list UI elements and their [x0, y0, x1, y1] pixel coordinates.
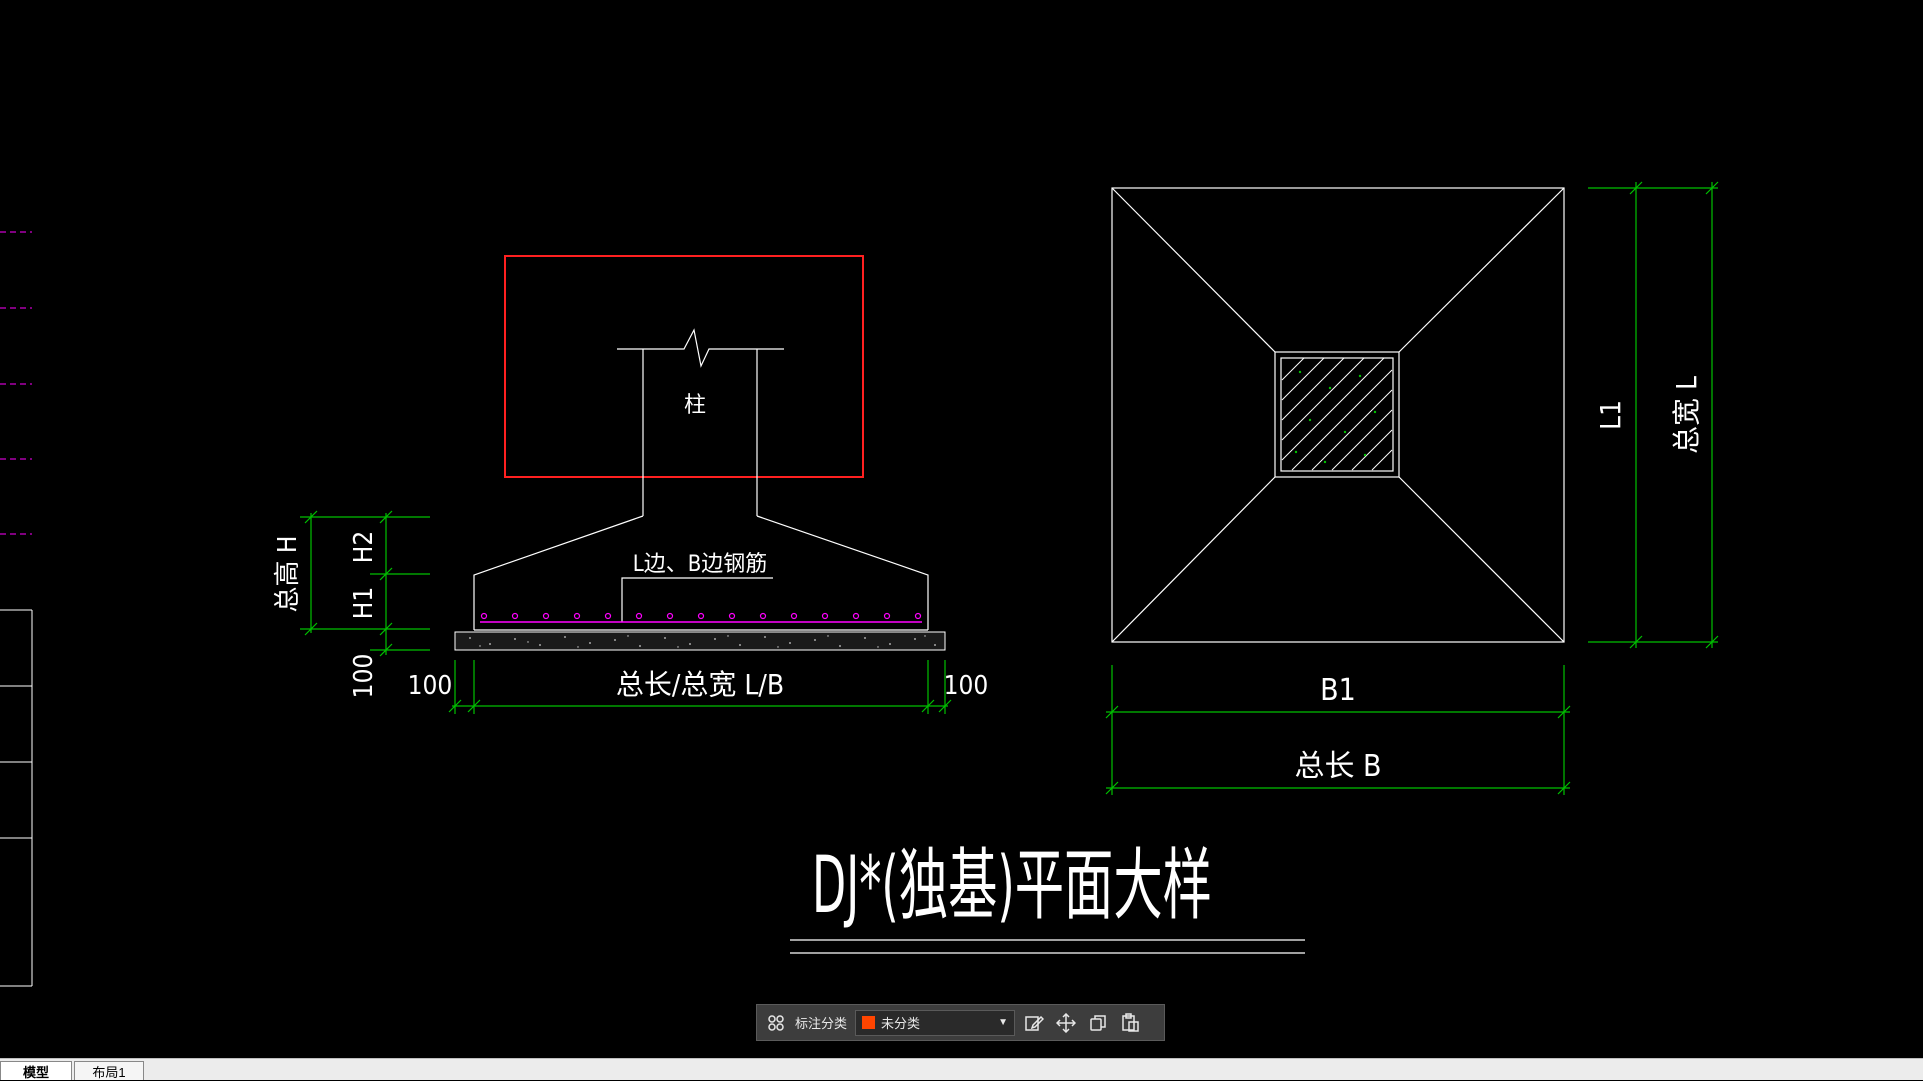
plan-view: L1 总宽 L B1 总长 B	[1105, 181, 1719, 795]
tab-layout1[interactable]: 布局1	[74, 1061, 144, 1080]
cushion-thickness-label: 100	[349, 654, 379, 699]
total-b-label: 总长 B	[1294, 749, 1381, 784]
annotation-toolbar: 标注分类 未分类 ▼	[756, 1004, 1165, 1041]
tab-model[interactable]: 模型	[0, 1061, 72, 1080]
left-table-fragment	[0, 609, 33, 987]
length-label: 总长/总宽 L/B	[616, 668, 784, 701]
drawing-canvas[interactable]: 柱 L边、B边钢筋 总高 H H2 H1 100 100 总长/总宽 L/B 1…	[0, 0, 1923, 1080]
rebar-dots	[480, 612, 922, 620]
rebar-label: L边、B边钢筋	[633, 552, 768, 577]
toolbar-label: 标注分类	[795, 1016, 848, 1031]
b1-label: B1	[1320, 673, 1356, 708]
right-offset-label: 100	[944, 671, 989, 701]
cushion-layer	[454, 631, 946, 651]
chevron-down-icon: ▼	[998, 1017, 1009, 1028]
total-height-label: 总高 H	[273, 535, 303, 612]
column-hatch	[1281, 357, 1393, 471]
plan-outline	[1111, 187, 1565, 643]
l1-label: L1	[1594, 400, 1627, 430]
h1-label: H1	[349, 587, 379, 619]
left-offset-label: 100	[408, 671, 453, 701]
category-selected-value: 未分类	[881, 1016, 921, 1031]
copy-icon[interactable]	[1085, 1010, 1111, 1036]
column-outline	[473, 328, 929, 631]
total-l-label: 总宽 L	[1670, 376, 1703, 454]
column-hatch-dots	[1294, 370, 1377, 464]
column-label: 柱	[684, 393, 706, 418]
layout-tab-bar: 模型 布局1	[0, 1058, 1923, 1080]
selection-highlight-box[interactable]	[504, 255, 864, 478]
category-dropdown[interactable]: 未分类 ▼	[855, 1009, 1016, 1036]
move-icon[interactable]	[1053, 1010, 1079, 1036]
section-view: 柱 L边、B边钢筋 总高 H H2 H1 100 100 总长/总宽 L/B 1…	[273, 255, 989, 714]
edit-icon[interactable]	[1021, 1010, 1047, 1036]
left-viewport-fragments	[0, 231, 32, 535]
h2-label: H2	[349, 531, 379, 563]
grid-apps-icon[interactable]	[763, 1010, 789, 1036]
drawing-title: DJ*(独基)平面大样	[812, 841, 1212, 931]
paste-icon[interactable]	[1117, 1010, 1143, 1036]
category-color-swatch	[862, 1016, 876, 1029]
drawing-title-block: DJ*(独基)平面大样	[790, 841, 1305, 954]
